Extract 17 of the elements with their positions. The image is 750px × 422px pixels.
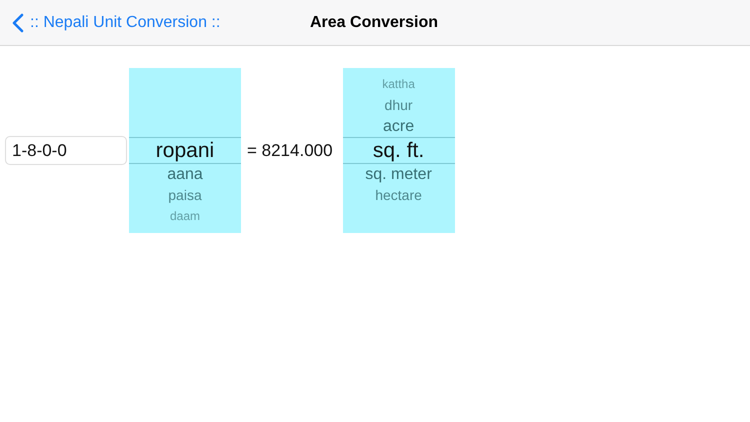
unit-picker[interactable]: kattha dhur acre sq. ft. sq. meter hectare [342, 68, 455, 233]
picker-selected-option[interactable]: ropani [129, 137, 241, 164]
picker-option[interactable]: kattha [382, 74, 415, 95]
picker-option[interactable]: acre [383, 116, 414, 137]
back-button[interactable]: :: Nepali Unit Conversion :: [0, 12, 220, 32]
picker-option[interactable]: hectare [375, 185, 422, 206]
chevron-left-icon [12, 12, 24, 32]
picker-option[interactable]: paisa [168, 185, 202, 206]
picker-selected-option[interactable]: sq. ft. [342, 137, 455, 164]
picker-option[interactable]: dhur [384, 95, 413, 116]
screen-title: Area Conversion [310, 14, 438, 32]
result-value: = 8214.000 [246, 140, 334, 160]
picker-option[interactable]: sq. meter [365, 164, 432, 185]
picker-option[interactable]: daam [170, 206, 200, 227]
input-field[interactable]: 1-8-0-0 [5, 136, 127, 165]
picker-option[interactable]: aana [167, 164, 203, 185]
unit-picker[interactable]: ropani aana paisa daam [129, 68, 241, 233]
